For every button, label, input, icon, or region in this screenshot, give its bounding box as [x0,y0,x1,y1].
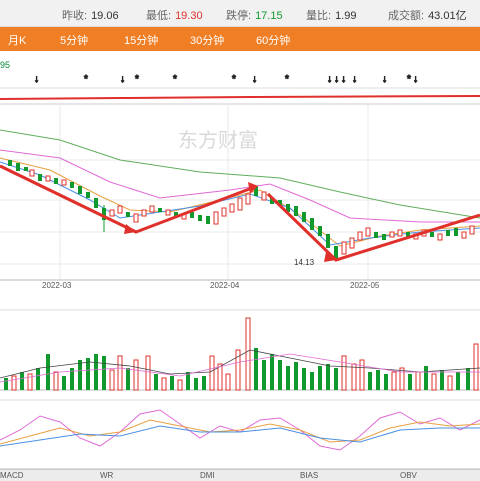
svg-text:*: * [84,74,88,85]
svg-text:*: * [232,74,236,85]
svg-text:↓: ↓ [382,74,387,85]
indicator-line-blue [0,425,480,447]
side-value: 95 [0,60,11,70]
tab-30min[interactable]: 30分钟 [190,32,224,48]
event-markers: ↓ * ↓ * * * ↓ * ↓ ↓ ↓ ↓ ↓ * ↓ [34,74,419,86]
svg-text:↓: ↓ [352,74,357,85]
svg-text:↓: ↓ [413,74,418,85]
indicator-tab-bias[interactable]: BIAS [300,471,318,480]
tab-15min[interactable]: 15分钟 [124,32,158,48]
stat-prev-close: 昨收: 19.06 [62,10,119,22]
stat-turnover: 成交额: 43.01亿 [388,10,467,22]
trend-lines [0,164,480,262]
stat-low: 最低: 19.30 [146,10,203,22]
quote-stats-bar: 昨收: 19.06 最低: 19.30 跌停: 17.15 量比: 1.99 成交额: 4… [0,0,480,27]
svg-text:↓: ↓ [341,74,346,85]
svg-text:*: * [135,74,139,85]
svg-text:↓: ↓ [327,74,332,85]
volume-bars [4,317,479,391]
indicator-tab-obv[interactable]: OBV [400,471,417,480]
kline-chart[interactable]: ↓ * ↓ * * * ↓ * ↓ ↓ ↓ ↓ ↓ * ↓ 东方财富 14.13… [0,52,480,478]
x-date-3: 2022-05 [350,281,380,290]
low-price-label: 14.13 [294,258,315,267]
x-date-1: 2022-03 [42,281,72,290]
indicator-tabs: MACD WR DMI BIAS OBV [0,469,480,481]
stat-limit-down: 跌停: 17.15 [226,10,283,22]
svg-text:*: * [407,74,411,85]
watermark: 东方财富 [178,129,258,152]
indicator-tab-dmi[interactable]: DMI [200,471,215,480]
tab-5min[interactable]: 5分钟 [60,32,88,48]
svg-text:↓: ↓ [334,74,339,85]
svg-text:*: * [285,74,289,85]
period-tabs: 月K 5分钟 15分钟 30分钟 60分钟 [0,27,480,51]
tab-monthly-k[interactable]: 月K [8,32,26,48]
indicator-tab-macd[interactable]: MACD [0,471,24,480]
svg-text:↓: ↓ [120,74,125,85]
svg-text:*: * [173,74,177,85]
x-date-2: 2022-04 [210,281,240,290]
indicator-tab-wr[interactable]: WR [100,471,113,480]
svg-text:↓: ↓ [252,74,257,85]
stat-volume-ratio: 量比: 1.99 [306,10,357,22]
tab-60min[interactable]: 60分钟 [256,32,290,48]
svg-text:↓: ↓ [34,74,39,85]
